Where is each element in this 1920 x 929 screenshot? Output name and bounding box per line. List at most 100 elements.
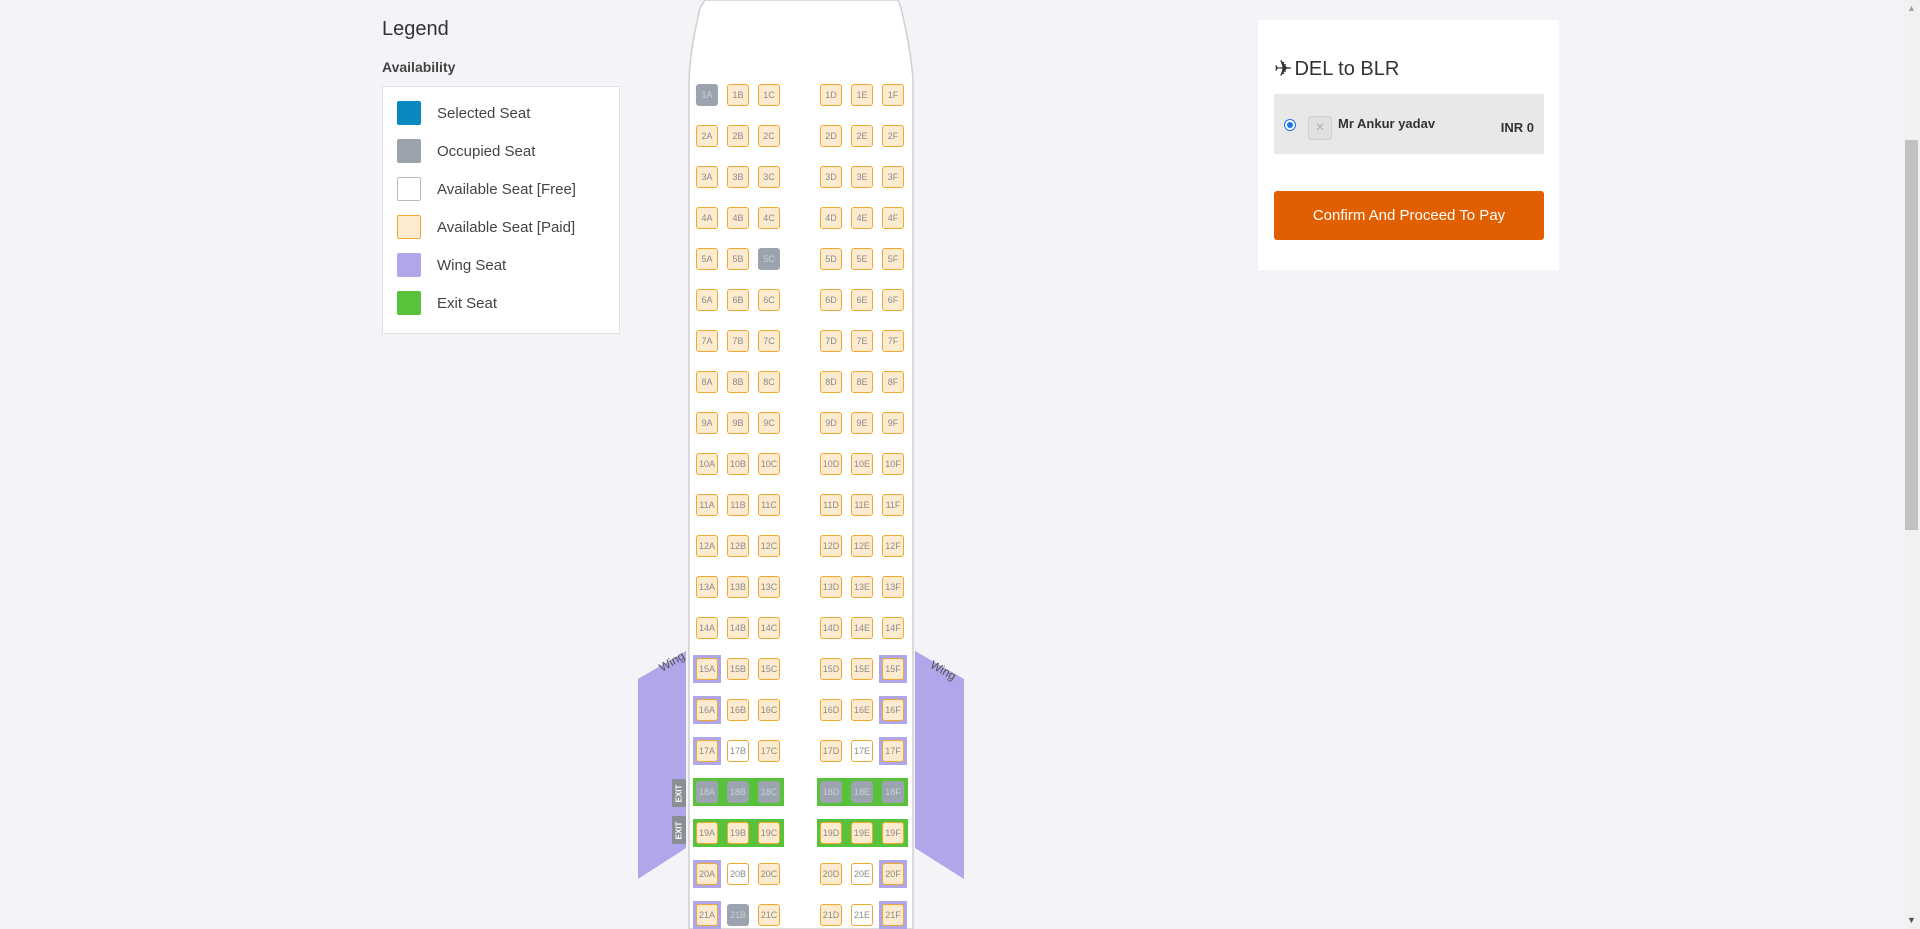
close-icon[interactable]: × <box>1308 116 1332 140</box>
seat-16b[interactable]: 16B <box>727 699 749 721</box>
seat-17c[interactable]: 17C <box>758 740 780 762</box>
seat-3e[interactable]: 3E <box>851 166 873 188</box>
seat-4f[interactable]: 4F <box>882 207 904 229</box>
seat-9e[interactable]: 9E <box>851 412 873 434</box>
seat-14d[interactable]: 14D <box>820 617 842 639</box>
seat-1f[interactable]: 1F <box>882 84 904 106</box>
seat-20b[interactable]: 20B <box>727 863 749 885</box>
seat-8e[interactable]: 8E <box>851 371 873 393</box>
seat-2f[interactable]: 2F <box>882 125 904 147</box>
seat-10b[interactable]: 10B <box>727 453 749 475</box>
seat-3b[interactable]: 3B <box>727 166 749 188</box>
seat-15d[interactable]: 15D <box>820 658 842 680</box>
seat-3d[interactable]: 3D <box>820 166 842 188</box>
seat-14f[interactable]: 14F <box>882 617 904 639</box>
seat-6a[interactable]: 6A <box>696 289 718 311</box>
seat-17a[interactable]: 17A <box>696 740 718 762</box>
seat-9f[interactable]: 9F <box>882 412 904 434</box>
seat-4e[interactable]: 4E <box>851 207 873 229</box>
seat-13e[interactable]: 13E <box>851 576 873 598</box>
passenger-radio[interactable] <box>1284 119 1296 131</box>
seat-14a[interactable]: 14A <box>696 617 718 639</box>
seat-19e[interactable]: 19E <box>851 822 873 844</box>
seat-1c[interactable]: 1C <box>758 84 780 106</box>
seat-20e[interactable]: 20E <box>851 863 873 885</box>
seat-3a[interactable]: 3A <box>696 166 718 188</box>
seat-15f[interactable]: 15F <box>882 658 904 680</box>
seat-2a[interactable]: 2A <box>696 125 718 147</box>
seat-5b[interactable]: 5B <box>727 248 749 270</box>
seat-10e[interactable]: 10E <box>851 453 873 475</box>
seat-19c[interactable]: 19C <box>758 822 780 844</box>
seat-17d[interactable]: 17D <box>820 740 842 762</box>
seat-7b[interactable]: 7B <box>727 330 749 352</box>
seat-9b[interactable]: 9B <box>727 412 749 434</box>
seat-15c[interactable]: 15C <box>758 658 780 680</box>
seat-4d[interactable]: 4D <box>820 207 842 229</box>
seat-11d[interactable]: 11D <box>820 494 842 516</box>
seat-14e[interactable]: 14E <box>851 617 873 639</box>
seat-7c[interactable]: 7C <box>758 330 780 352</box>
seat-1b[interactable]: 1B <box>727 84 749 106</box>
seat-16c[interactable]: 16C <box>758 699 780 721</box>
seat-10d[interactable]: 10D <box>820 453 842 475</box>
seat-21f[interactable]: 21F <box>882 904 904 926</box>
seat-2c[interactable]: 2C <box>758 125 780 147</box>
seat-10c[interactable]: 10C <box>758 453 780 475</box>
seat-5d[interactable]: 5D <box>820 248 842 270</box>
seat-13c[interactable]: 13C <box>758 576 780 598</box>
seat-20a[interactable]: 20A <box>696 863 718 885</box>
seat-7f[interactable]: 7F <box>882 330 904 352</box>
scroll-thumb[interactable] <box>1905 140 1918 530</box>
seat-7d[interactable]: 7D <box>820 330 842 352</box>
seat-1d[interactable]: 1D <box>820 84 842 106</box>
seat-12f[interactable]: 12F <box>882 535 904 557</box>
seat-1e[interactable]: 1E <box>851 84 873 106</box>
seat-15e[interactable]: 15E <box>851 658 873 680</box>
seat-21a[interactable]: 21A <box>696 904 718 926</box>
seat-8a[interactable]: 8A <box>696 371 718 393</box>
seat-10a[interactable]: 10A <box>696 453 718 475</box>
seat-20c[interactable]: 20C <box>758 863 780 885</box>
seat-20f[interactable]: 20F <box>882 863 904 885</box>
seat-6c[interactable]: 6C <box>758 289 780 311</box>
seat-21d[interactable]: 21D <box>820 904 842 926</box>
seat-9a[interactable]: 9A <box>696 412 718 434</box>
seat-16d[interactable]: 16D <box>820 699 842 721</box>
confirm-proceed-pay-button[interactable]: Confirm And Proceed To Pay <box>1274 191 1544 240</box>
seat-11e[interactable]: 11E <box>851 494 873 516</box>
seat-11c[interactable]: 11C <box>758 494 780 516</box>
seat-16a[interactable]: 16A <box>696 699 718 721</box>
seat-2e[interactable]: 2E <box>851 125 873 147</box>
seat-10f[interactable]: 10F <box>882 453 904 475</box>
seat-12c[interactable]: 12C <box>758 535 780 557</box>
seat-8b[interactable]: 8B <box>727 371 749 393</box>
seat-14c[interactable]: 14C <box>758 617 780 639</box>
seat-19d[interactable]: 19D <box>820 822 842 844</box>
seat-8d[interactable]: 8D <box>820 371 842 393</box>
seat-7e[interactable]: 7E <box>851 330 873 352</box>
seat-6e[interactable]: 6E <box>851 289 873 311</box>
seat-17f[interactable]: 17F <box>882 740 904 762</box>
seat-21e[interactable]: 21E <box>851 904 873 926</box>
seat-7a[interactable]: 7A <box>696 330 718 352</box>
seat-12e[interactable]: 12E <box>851 535 873 557</box>
seat-12a[interactable]: 12A <box>696 535 718 557</box>
seat-4b[interactable]: 4B <box>727 207 749 229</box>
seat-12b[interactable]: 12B <box>727 535 749 557</box>
seat-5a[interactable]: 5A <box>696 248 718 270</box>
seat-19b[interactable]: 19B <box>727 822 749 844</box>
seat-5e[interactable]: 5E <box>851 248 873 270</box>
seat-11b[interactable]: 11B <box>727 494 749 516</box>
seat-13a[interactable]: 13A <box>696 576 718 598</box>
seat-19a[interactable]: 19A <box>696 822 718 844</box>
seat-16f[interactable]: 16F <box>882 699 904 721</box>
seat-4a[interactable]: 4A <box>696 207 718 229</box>
seat-6d[interactable]: 6D <box>820 289 842 311</box>
seat-17b[interactable]: 17B <box>727 740 749 762</box>
seat-2b[interactable]: 2B <box>727 125 749 147</box>
seat-2d[interactable]: 2D <box>820 125 842 147</box>
seat-15a[interactable]: 15A <box>696 658 718 680</box>
seat-13b[interactable]: 13B <box>727 576 749 598</box>
seat-13f[interactable]: 13F <box>882 576 904 598</box>
